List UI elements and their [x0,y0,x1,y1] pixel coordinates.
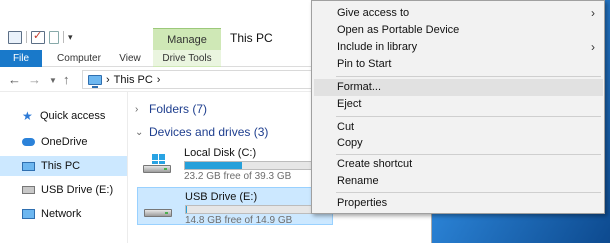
computer-icon [88,74,102,88]
context-menu: Give access to › Open as Portable Device… [311,0,605,214]
menu-item-label: Cut [337,121,355,133]
menu-item-label: Rename [337,175,379,187]
menu-item-create-shortcut[interactable]: Create shortcut [314,156,603,173]
sidebar-item-label: Quick access [40,110,106,122]
drive-tile-c[interactable]: Local Disk (C:) 23.2 GB free of 39.3 GB [137,144,333,182]
group-title: Folders (7) [149,102,208,116]
contextual-tab-group: Manage [153,28,221,50]
up-arrow-icon[interactable]: ↑ [63,72,70,87]
menu-item-give-access[interactable]: Give access to › [314,5,603,22]
chevron-right-icon[interactable]: › [135,104,143,115]
submenu-arrow-icon: › [591,6,595,20]
menu-item-label: Create shortcut [337,158,413,170]
back-arrow-icon[interactable]: ← [8,72,21,87]
sidebar-item-this-pc[interactable]: This PC [0,156,127,176]
star-icon: ★ [22,109,33,123]
breadcrumb-chevron-icon[interactable]: › [106,74,110,86]
breadcrumb-this-pc[interactable]: This PC [114,74,153,86]
network-icon [22,209,35,219]
checkmark-icon[interactable] [31,29,45,44]
usb-drive-icon [144,198,172,218]
tab-file[interactable]: File [0,50,42,67]
toolbar-divider [63,31,64,43]
windows-drive-icon [143,154,171,174]
navigation-pane: ★ Quick access OneDrive This PC USB Driv… [0,92,128,243]
computer-icon [22,161,35,171]
tab-computer[interactable]: Computer [50,50,108,67]
sidebar-item-quick-access[interactable]: ★ Quick access [0,106,127,126]
properties-icon[interactable] [8,30,22,44]
menu-item-pin-start[interactable]: Pin to Start [314,56,603,73]
breadcrumb-chevron-icon[interactable]: › [157,74,161,86]
menu-item-label: Open as Portable Device [337,24,460,36]
devices-group-header[interactable]: ⌄ Devices and drives (3) [135,125,268,139]
menu-item-format[interactable]: Format... [314,79,603,96]
recent-locations-chevron-icon[interactable]: ▼ [49,76,57,85]
menu-item-include-library[interactable]: Include in library › [314,39,603,56]
drive-free-space: 14.8 GB free of 14.9 GB [185,215,293,226]
sidebar-item-onedrive[interactable]: OneDrive [0,132,127,152]
drive-free-space: 23.2 GB free of 39.3 GB [184,171,292,182]
menu-separator [336,116,601,117]
menu-item-label: Format... [337,81,382,93]
menu-item-label: Include in library [337,41,418,53]
menu-item-properties[interactable]: Properties [314,195,603,212]
sidebar-item-label: This PC [41,160,81,172]
menu-item-open-portable[interactable]: Open as Portable Device [314,22,603,39]
sidebar-item-label: USB Drive (E:) [41,184,114,196]
forward-arrow-icon[interactable]: → [28,72,41,87]
menu-item-label: Pin to Start [337,58,392,70]
submenu-arrow-icon: › [591,40,595,54]
drive-usage-bar [184,161,326,170]
drive-name: USB Drive (E:) [185,191,258,203]
contextual-tab-group-label: Manage [167,34,207,46]
menu-separator [336,76,601,77]
new-folder-icon[interactable] [49,30,59,44]
menu-item-label: Copy [337,137,363,149]
drive-tile-e[interactable]: USB Drive (E:) 14.8 GB free of 14.9 GB [137,187,333,226]
folders-group-header[interactable]: › Folders (7) [135,102,207,116]
tab-drive-tools[interactable]: Drive Tools [153,50,221,67]
sidebar-item-label: Network [41,208,82,220]
menu-separator [336,154,601,155]
drive-name: Local Disk (C:) [184,147,257,159]
tab-view[interactable]: View [108,50,152,67]
menu-separator [336,192,601,193]
menu-item-label: Eject [337,98,362,110]
sidebar-item-usb-drive[interactable]: USB Drive (E:) [0,180,127,200]
quick-access-toolbar: ▾ [8,29,73,45]
cloud-icon [22,138,35,146]
chevron-down-icon[interactable]: ⌄ [135,127,143,138]
drive-usage-fill [185,162,243,169]
window-title: This PC [230,31,273,45]
sidebar-item-network[interactable]: Network [0,204,127,224]
menu-item-eject[interactable]: Eject [314,96,603,113]
drive-usage-fill [186,206,188,213]
drive-usage-bar [185,205,327,214]
customize-toolbar-chevron-icon[interactable]: ▾ [68,32,73,43]
menu-item-label: Properties [337,197,388,209]
menu-item-cut[interactable]: Cut [314,119,603,136]
group-title: Devices and drives (3) [149,125,269,139]
sidebar-item-label: OneDrive [41,136,88,148]
toolbar-divider [26,31,27,43]
usb-drive-icon [22,186,35,194]
menu-item-rename[interactable]: Rename [314,173,603,190]
menu-item-label: Give access to [337,7,410,19]
menu-item-copy[interactable]: Copy [314,135,603,152]
